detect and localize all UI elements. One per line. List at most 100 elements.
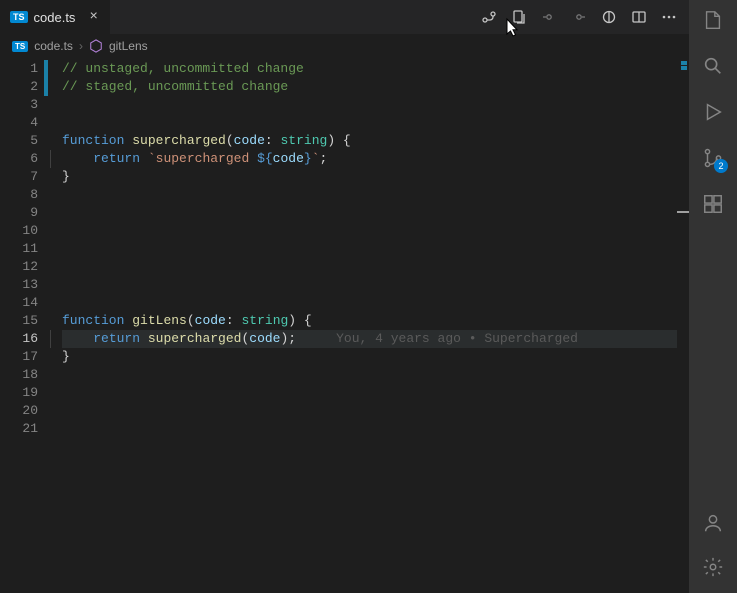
code-line[interactable] bbox=[62, 240, 677, 258]
indent-guide bbox=[48, 348, 62, 366]
code-line[interactable] bbox=[62, 222, 677, 240]
line-number: 4 bbox=[0, 114, 44, 132]
symbol-function-icon bbox=[89, 39, 103, 53]
code-line[interactable] bbox=[62, 276, 677, 294]
indent-guide-gutter bbox=[48, 57, 62, 593]
line-number: 15 bbox=[0, 312, 44, 330]
code-line[interactable]: return supercharged(code);You, 4 years a… bbox=[62, 330, 677, 348]
line-number-gutter: 123456789101112131415161718192021 bbox=[0, 57, 44, 593]
code-line[interactable] bbox=[62, 96, 677, 114]
extensions-icon[interactable] bbox=[701, 192, 725, 216]
split-icon[interactable] bbox=[631, 9, 647, 25]
code-line[interactable]: } bbox=[62, 168, 677, 186]
indent-guide bbox=[48, 258, 62, 276]
indent-guide bbox=[48, 384, 62, 402]
run-debug-icon[interactable] bbox=[701, 100, 725, 124]
indent-guide bbox=[48, 114, 62, 132]
overview-change-marker bbox=[681, 66, 687, 70]
indent-guide bbox=[48, 96, 62, 114]
file-changes-icon[interactable] bbox=[511, 9, 527, 25]
prev-change-icon[interactable] bbox=[541, 9, 557, 25]
line-number: 5 bbox=[0, 132, 44, 150]
next-change-icon[interactable] bbox=[571, 9, 587, 25]
close-icon[interactable]: × bbox=[89, 9, 97, 25]
code-line[interactable]: } bbox=[62, 348, 677, 366]
code-line[interactable] bbox=[62, 258, 677, 276]
line-number: 21 bbox=[0, 420, 44, 438]
indent-guide bbox=[48, 186, 62, 204]
line-number: 20 bbox=[0, 402, 44, 420]
indent-guide bbox=[48, 78, 62, 96]
indent-guide bbox=[48, 150, 62, 168]
language-badge-icon: TS bbox=[12, 41, 28, 52]
line-number: 7 bbox=[0, 168, 44, 186]
breadcrumb-file[interactable]: code.ts bbox=[34, 39, 73, 53]
code-line[interactable] bbox=[62, 186, 677, 204]
line-number: 6 bbox=[0, 150, 44, 168]
code-line[interactable] bbox=[62, 420, 677, 438]
code-line[interactable] bbox=[62, 366, 677, 384]
more-icon[interactable] bbox=[661, 9, 677, 25]
indent-guide bbox=[48, 330, 62, 348]
line-number: 18 bbox=[0, 366, 44, 384]
code-line[interactable]: // staged, uncommitted change bbox=[62, 78, 677, 96]
overview-ruler[interactable] bbox=[677, 57, 689, 593]
chevron-right-icon: › bbox=[79, 39, 83, 53]
code-line[interactable] bbox=[62, 384, 677, 402]
source-control-badge: 2 bbox=[714, 159, 728, 173]
line-number: 3 bbox=[0, 96, 44, 114]
indent-guide bbox=[48, 402, 62, 420]
search-icon[interactable] bbox=[701, 54, 725, 78]
editor-toolbar bbox=[481, 9, 689, 25]
breadcrumb-symbol[interactable]: gitLens bbox=[109, 39, 148, 53]
line-number: 17 bbox=[0, 348, 44, 366]
indent-guide bbox=[48, 294, 62, 312]
overview-change-marker bbox=[681, 61, 687, 65]
indent-guide bbox=[48, 366, 62, 384]
indent-guide bbox=[48, 132, 62, 150]
overview-cursor-marker bbox=[677, 211, 689, 213]
indent-guide bbox=[48, 168, 62, 186]
indent-guide bbox=[48, 276, 62, 294]
tab-bar: TS code.ts × bbox=[0, 0, 689, 35]
compare-icon[interactable] bbox=[481, 9, 497, 25]
language-badge-icon: TS bbox=[10, 11, 28, 23]
code-line[interactable]: function supercharged(code: string) { bbox=[62, 132, 677, 150]
code-line[interactable] bbox=[62, 294, 677, 312]
indent-guide bbox=[48, 60, 62, 78]
toggle-icon[interactable] bbox=[601, 9, 617, 25]
activity-bar: 2 bbox=[689, 0, 737, 593]
line-number: 12 bbox=[0, 258, 44, 276]
line-number: 19 bbox=[0, 384, 44, 402]
code-line[interactable]: return `supercharged ${code}`; bbox=[62, 150, 677, 168]
source-control-icon[interactable]: 2 bbox=[701, 146, 725, 170]
line-number: 8 bbox=[0, 186, 44, 204]
line-number: 14 bbox=[0, 294, 44, 312]
line-number: 1 bbox=[0, 60, 44, 78]
explorer-icon[interactable] bbox=[701, 8, 725, 32]
code-line[interactable]: function gitLens(code: string) { bbox=[62, 312, 677, 330]
code-line[interactable] bbox=[62, 114, 677, 132]
line-number: 16 bbox=[0, 330, 44, 348]
tab-filename: code.ts bbox=[34, 10, 76, 25]
indent-guide bbox=[48, 312, 62, 330]
line-number: 2 bbox=[0, 78, 44, 96]
line-number: 11 bbox=[0, 240, 44, 258]
tab-active[interactable]: TS code.ts × bbox=[0, 0, 110, 34]
indent-guide bbox=[48, 420, 62, 438]
line-number: 13 bbox=[0, 276, 44, 294]
indent-guide bbox=[48, 204, 62, 222]
editor-pane: TS code.ts × bbox=[0, 0, 689, 593]
indent-guide bbox=[48, 240, 62, 258]
line-number: 9 bbox=[0, 204, 44, 222]
code-line[interactable] bbox=[62, 204, 677, 222]
breadcrumb[interactable]: TS code.ts › gitLens bbox=[0, 35, 689, 57]
code-line[interactable]: // unstaged, uncommitted change bbox=[62, 60, 677, 78]
line-number: 10 bbox=[0, 222, 44, 240]
account-icon[interactable] bbox=[701, 511, 725, 535]
code-line[interactable] bbox=[62, 402, 677, 420]
indent-guide bbox=[48, 222, 62, 240]
code-content[interactable]: // unstaged, uncommitted change// staged… bbox=[62, 57, 677, 593]
editor-area[interactable]: 123456789101112131415161718192021 // uns… bbox=[0, 57, 689, 593]
settings-gear-icon[interactable] bbox=[701, 555, 725, 579]
